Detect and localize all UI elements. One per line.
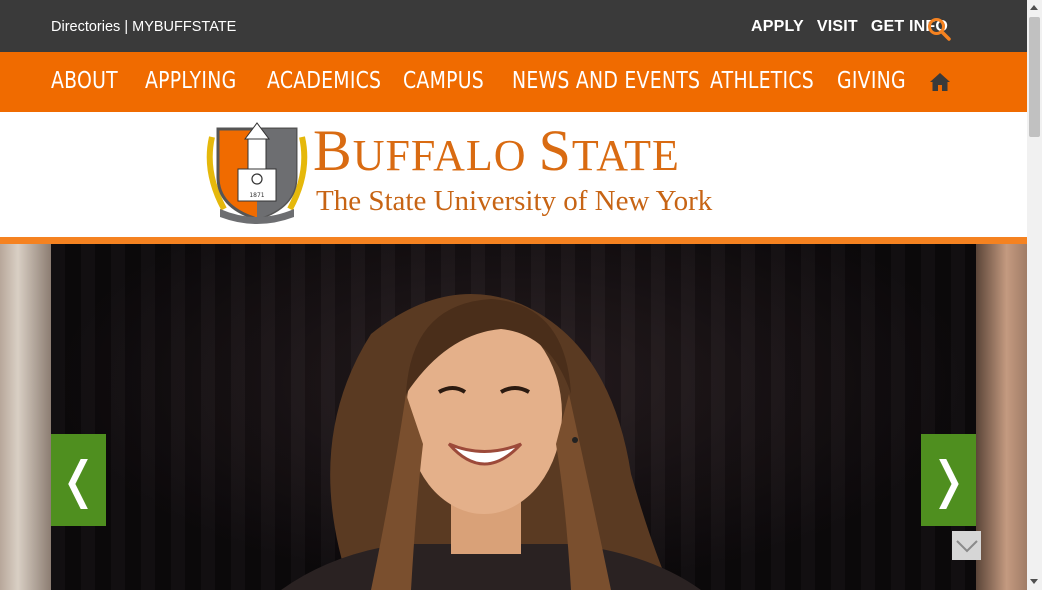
scroll-thumb[interactable] bbox=[1029, 17, 1040, 137]
hero-portrait-illustration bbox=[281, 294, 701, 590]
logo-band: 1871 BUFFALO STATE The State University … bbox=[0, 112, 1027, 237]
logo-title: BUFFALO STATE bbox=[313, 122, 680, 180]
utility-separator: | bbox=[124, 19, 129, 35]
utility-bar: Directories | MYBUFFSTATE APPLY VISIT GE… bbox=[0, 0, 1027, 52]
chevron-down-icon bbox=[955, 539, 978, 552]
main-nav: ABOUT APPLYING ACADEMICS CAMPUS NEWS AND… bbox=[0, 52, 1027, 112]
search-icon[interactable] bbox=[926, 16, 952, 42]
carousel-prev-button[interactable]: ❬ bbox=[51, 434, 106, 526]
seal-year: 1871 bbox=[249, 192, 264, 199]
university-seal-logo[interactable]: 1871 bbox=[204, 117, 310, 227]
chevron-left-icon: ❬ bbox=[57, 451, 100, 509]
visit-link[interactable]: VISIT bbox=[817, 18, 858, 36]
logo-title-initial-b: B bbox=[313, 118, 353, 183]
hero-slide-image bbox=[51, 244, 976, 590]
home-icon[interactable] bbox=[929, 72, 951, 92]
logo-subtitle: The State University of New York bbox=[316, 185, 713, 217]
chevron-right-icon: ❭ bbox=[927, 451, 970, 509]
apply-link[interactable]: APPLY bbox=[751, 18, 804, 36]
nav-item-giving[interactable]: GIVING bbox=[837, 68, 906, 94]
scroll-down-arrow-icon[interactable] bbox=[1030, 579, 1038, 584]
carousel-next-button[interactable]: ❭ bbox=[921, 434, 976, 526]
logo-title-rest-2: TATE bbox=[571, 131, 680, 180]
scroll-down-button[interactable] bbox=[952, 531, 981, 560]
utility-links-left: Directories | MYBUFFSTATE bbox=[51, 19, 236, 35]
nav-item-campus[interactable]: CAMPUS bbox=[403, 68, 484, 94]
nav-item-athletics[interactable]: ATHLETICS bbox=[710, 68, 814, 94]
orange-divider bbox=[0, 237, 1027, 244]
hero-carousel bbox=[0, 244, 1027, 590]
scroll-up-arrow-icon[interactable] bbox=[1030, 5, 1038, 10]
hero-adjacent-slide-left bbox=[0, 244, 51, 590]
directories-link[interactable]: Directories bbox=[51, 19, 120, 35]
page: Directories | MYBUFFSTATE APPLY VISIT GE… bbox=[0, 0, 1027, 590]
logo-title-initial-s: S bbox=[538, 118, 572, 183]
utility-links-right: APPLY VISIT GET INFO bbox=[751, 18, 948, 36]
mybuffstate-link[interactable]: MYBUFFSTATE bbox=[132, 19, 236, 35]
nav-item-academics[interactable]: ACADEMICS bbox=[267, 68, 381, 94]
nav-item-applying[interactable]: APPLYING bbox=[145, 68, 236, 94]
nav-item-about[interactable]: ABOUT bbox=[51, 68, 118, 94]
hero-adjacent-slide-right bbox=[976, 244, 1027, 590]
logo-title-rest-1: UFFALO bbox=[352, 131, 539, 180]
page-scrollbar[interactable] bbox=[1027, 0, 1042, 590]
nav-item-news-and-events[interactable]: NEWS AND EVENTS bbox=[512, 68, 700, 94]
